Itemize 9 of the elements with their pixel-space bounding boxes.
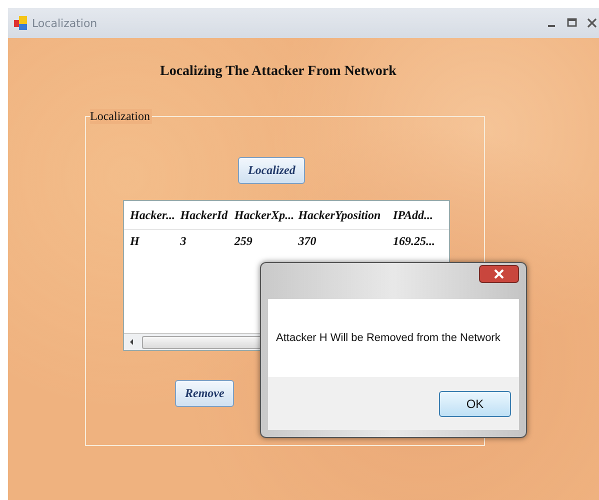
dialog-message: Attacker H Will be Removed from the Network [276, 332, 500, 344]
window-title: Localization [32, 16, 98, 30]
table-cell-text: 259 [234, 234, 254, 248]
table-cell-text: H [130, 234, 141, 248]
group-label: Localization [90, 109, 152, 124]
form-heading: Localizing The Attacker From Network [159, 63, 398, 80]
table-cell-text: 370 [298, 234, 318, 248]
table-cell-text: 169.25... [392, 234, 436, 248]
table-cell-text: 3 [180, 234, 188, 248]
